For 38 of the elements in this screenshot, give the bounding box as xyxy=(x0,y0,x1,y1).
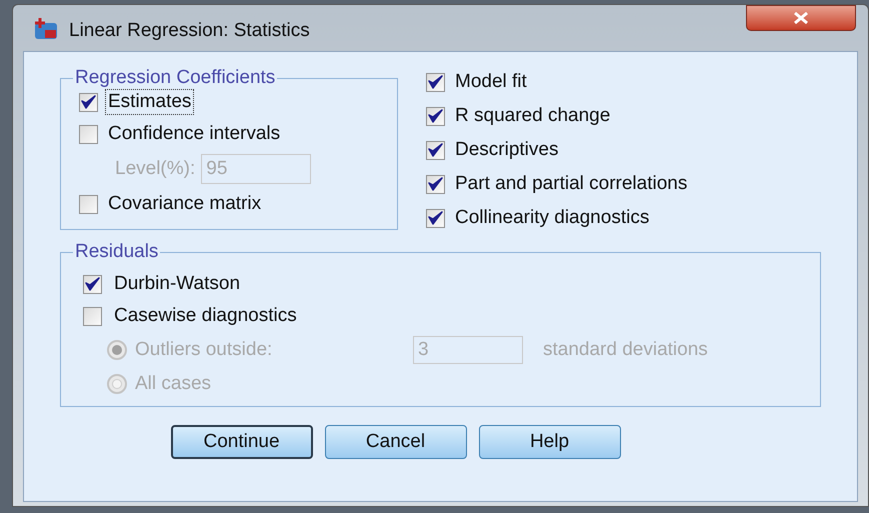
close-icon xyxy=(793,12,809,24)
checkbox[interactable] xyxy=(79,92,98,112)
units-label: standard deviations xyxy=(543,338,708,362)
checkbox-label[interactable]: Durbin-Watson xyxy=(114,272,240,296)
checkbox[interactable] xyxy=(426,106,445,126)
checkmark-icon xyxy=(81,95,96,109)
field-label: Level(%): xyxy=(115,157,196,181)
dialog-button[interactable]: Help xyxy=(478,425,620,459)
checkbox-label[interactable]: Model fit xyxy=(455,70,527,94)
checkbox[interactable] xyxy=(83,274,102,294)
app-icon xyxy=(33,17,59,41)
checkbox-label[interactable]: R squared change xyxy=(455,104,610,128)
checkmark-icon xyxy=(428,211,443,225)
group-title: Regression Coefficients xyxy=(74,66,276,90)
checkbox[interactable] xyxy=(79,194,98,214)
checkmark-icon xyxy=(428,75,443,89)
checkbox-label[interactable]: Collinearity diagnostics xyxy=(455,206,650,230)
checkbox[interactable] xyxy=(83,306,102,326)
checkbox[interactable] xyxy=(426,208,445,228)
checkbox[interactable] xyxy=(426,140,445,160)
group-title: Residuals xyxy=(74,240,160,264)
dialog-button[interactable]: Cancel xyxy=(324,425,466,459)
checkbox-label[interactable]: Part and partial correlations xyxy=(455,172,688,196)
checkbox[interactable] xyxy=(79,124,98,144)
dialog-button[interactable]: Continue xyxy=(170,425,312,459)
checkbox[interactable] xyxy=(426,174,445,194)
checkbox[interactable] xyxy=(426,72,445,92)
checkbox-label[interactable]: Estimates xyxy=(106,90,194,114)
checkbox-label[interactable]: Casewise diagnostics xyxy=(114,304,297,328)
checkbox-label[interactable]: Covariance matrix xyxy=(106,192,264,216)
checkbox-label[interactable]: Confidence intervals xyxy=(106,122,282,146)
checkmark-icon xyxy=(428,143,443,157)
checkmark-icon xyxy=(85,277,100,291)
checkbox-label[interactable]: Descriptives xyxy=(455,138,558,162)
window-title: Linear Regression: Statistics xyxy=(69,19,310,43)
checkmark-icon xyxy=(428,177,443,191)
close-button[interactable] xyxy=(746,5,856,31)
checkmark-icon xyxy=(428,109,443,123)
